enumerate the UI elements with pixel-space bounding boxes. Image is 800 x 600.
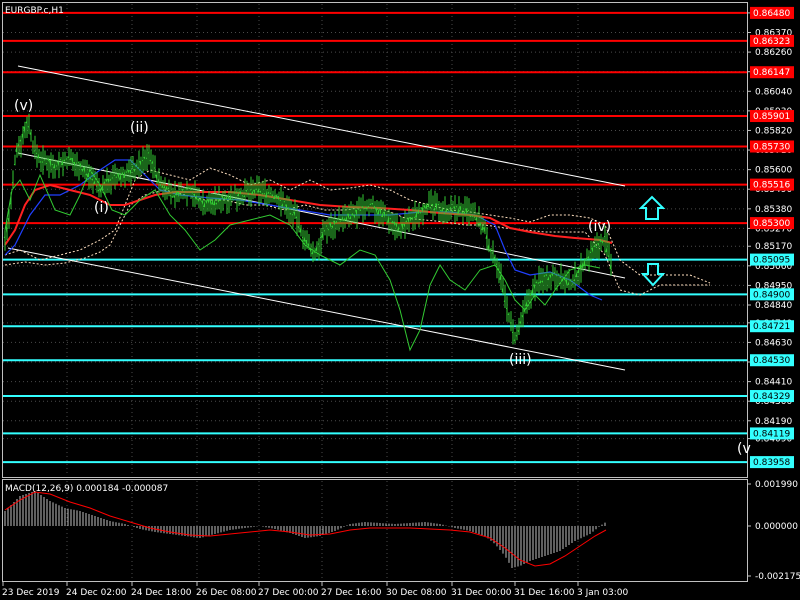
- price-tick-label: 0.86040: [755, 87, 792, 97]
- price-tick-label: 0.85170: [755, 242, 792, 252]
- time-tick-label: 23 Dec 2019: [2, 588, 60, 598]
- price-bar-tick: [11, 181, 14, 184]
- price-bar-tick: [131, 166, 134, 168]
- time-tick-label: 31 Dec 00:00: [451, 588, 512, 598]
- time-tick-label: 27 Dec 00:00: [258, 588, 319, 598]
- price-bar-tick: [125, 171, 128, 173]
- price-tick-label: 0.85600: [755, 166, 792, 176]
- price-bar-tick: [467, 209, 470, 212]
- price-bar-tick: [65, 158, 68, 160]
- macd-tick-label: -0.002175: [755, 572, 800, 582]
- level-label: 0.84329: [753, 392, 790, 402]
- level-label: 0.86480: [753, 9, 790, 19]
- level-label: 0.85095: [753, 256, 790, 266]
- price-bar-tick: [607, 255, 610, 257]
- price-tick-label: 0.86260: [755, 48, 792, 58]
- price-bar-tick: [269, 192, 272, 194]
- level-label: 0.86323: [753, 37, 790, 47]
- time-tick-label: 24 Dec 02:00: [66, 588, 127, 598]
- level-label: 0.85901: [753, 112, 790, 122]
- price-bar-tick: [603, 235, 606, 238]
- price-bar-tick: [323, 230, 326, 232]
- price-bar-tick: [137, 166, 140, 169]
- price-bar-tick: [27, 125, 30, 128]
- time-tick-label: 3 Jan 03:00: [577, 588, 629, 598]
- chart-title: EURGBP.c,H1: [5, 6, 64, 16]
- price-tick-label: 0.84410: [755, 378, 792, 388]
- level-label: 0.84530: [753, 356, 790, 366]
- chart-canvas[interactable]: (v) (ii) (i) (iii) (iv) (v EURGBP.c,H1 M…: [0, 0, 800, 600]
- level-label: 0.86147: [753, 68, 790, 78]
- level-label: 0.85516: [753, 181, 790, 191]
- wave-label-v-right: (v: [737, 441, 751, 457]
- price-bar-tick: [471, 215, 474, 217]
- price-bar-tick: [553, 272, 556, 274]
- price-bar-tick: [399, 231, 402, 234]
- level-label: 0.84721: [753, 322, 790, 332]
- wave-label-v-top: (v): [14, 98, 33, 114]
- level-label: 0.85730: [753, 142, 790, 152]
- price-bar-tick: [89, 177, 92, 180]
- price-bar-tick: [437, 203, 440, 206]
- price-bar-tick: [51, 163, 54, 166]
- wave-label-iii: (iii): [509, 352, 532, 368]
- price-bar-tick: [111, 177, 114, 179]
- price-tick-label: 0.84630: [755, 338, 792, 348]
- macd-tick-label: 0.001990: [755, 480, 798, 490]
- price-bar-tick: [41, 161, 44, 163]
- price-bar-tick: [39, 161, 42, 163]
- price-bar-tick: [169, 194, 172, 197]
- price-bar-tick: [339, 220, 342, 222]
- price-bar-tick: [75, 162, 78, 164]
- price-bar-tick: [515, 334, 518, 337]
- price-bar-tick: [231, 198, 234, 201]
- price-tick-label: 0.85380: [755, 205, 792, 215]
- price-tick-label: 0.84190: [755, 417, 792, 427]
- time-tick-label: 30 Dec 08:00: [386, 588, 447, 598]
- wave-label-ii: (ii): [130, 120, 149, 136]
- price-bar-tick: [357, 208, 360, 210]
- price-bar-tick: [509, 322, 512, 324]
- time-tick-label: 27 Dec 16:00: [321, 588, 382, 598]
- price-bar-tick: [279, 199, 282, 202]
- price-bar-tick: [115, 176, 118, 179]
- price-tick-label: 0.84840: [755, 301, 792, 311]
- wave-label-i: (i): [94, 200, 109, 216]
- price-bar-tick: [113, 174, 116, 177]
- wave-label-iv: (iv): [588, 219, 611, 235]
- level-label: 0.83958: [753, 458, 790, 468]
- price-bar-tick: [369, 203, 372, 206]
- level-label: 0.85300: [753, 219, 790, 229]
- price-bar-tick: [263, 192, 266, 195]
- level-label: 0.84119: [753, 429, 790, 439]
- price-bar-tick: [389, 217, 392, 220]
- macd-tick-label: 0.000000: [755, 522, 798, 532]
- price-bar-tick: [319, 236, 322, 239]
- price-tick-label: 0.85820: [755, 126, 792, 136]
- time-tick-label: 31 Dec 16:00: [514, 588, 575, 598]
- macd-title: MACD(12,26,9) 0.000184 -0.000087: [5, 484, 168, 494]
- level-label: 0.84900: [753, 290, 790, 300]
- time-tick-label: 26 Dec 08:00: [196, 588, 257, 598]
- time-tick-label: 24 Dec 18:00: [131, 588, 192, 598]
